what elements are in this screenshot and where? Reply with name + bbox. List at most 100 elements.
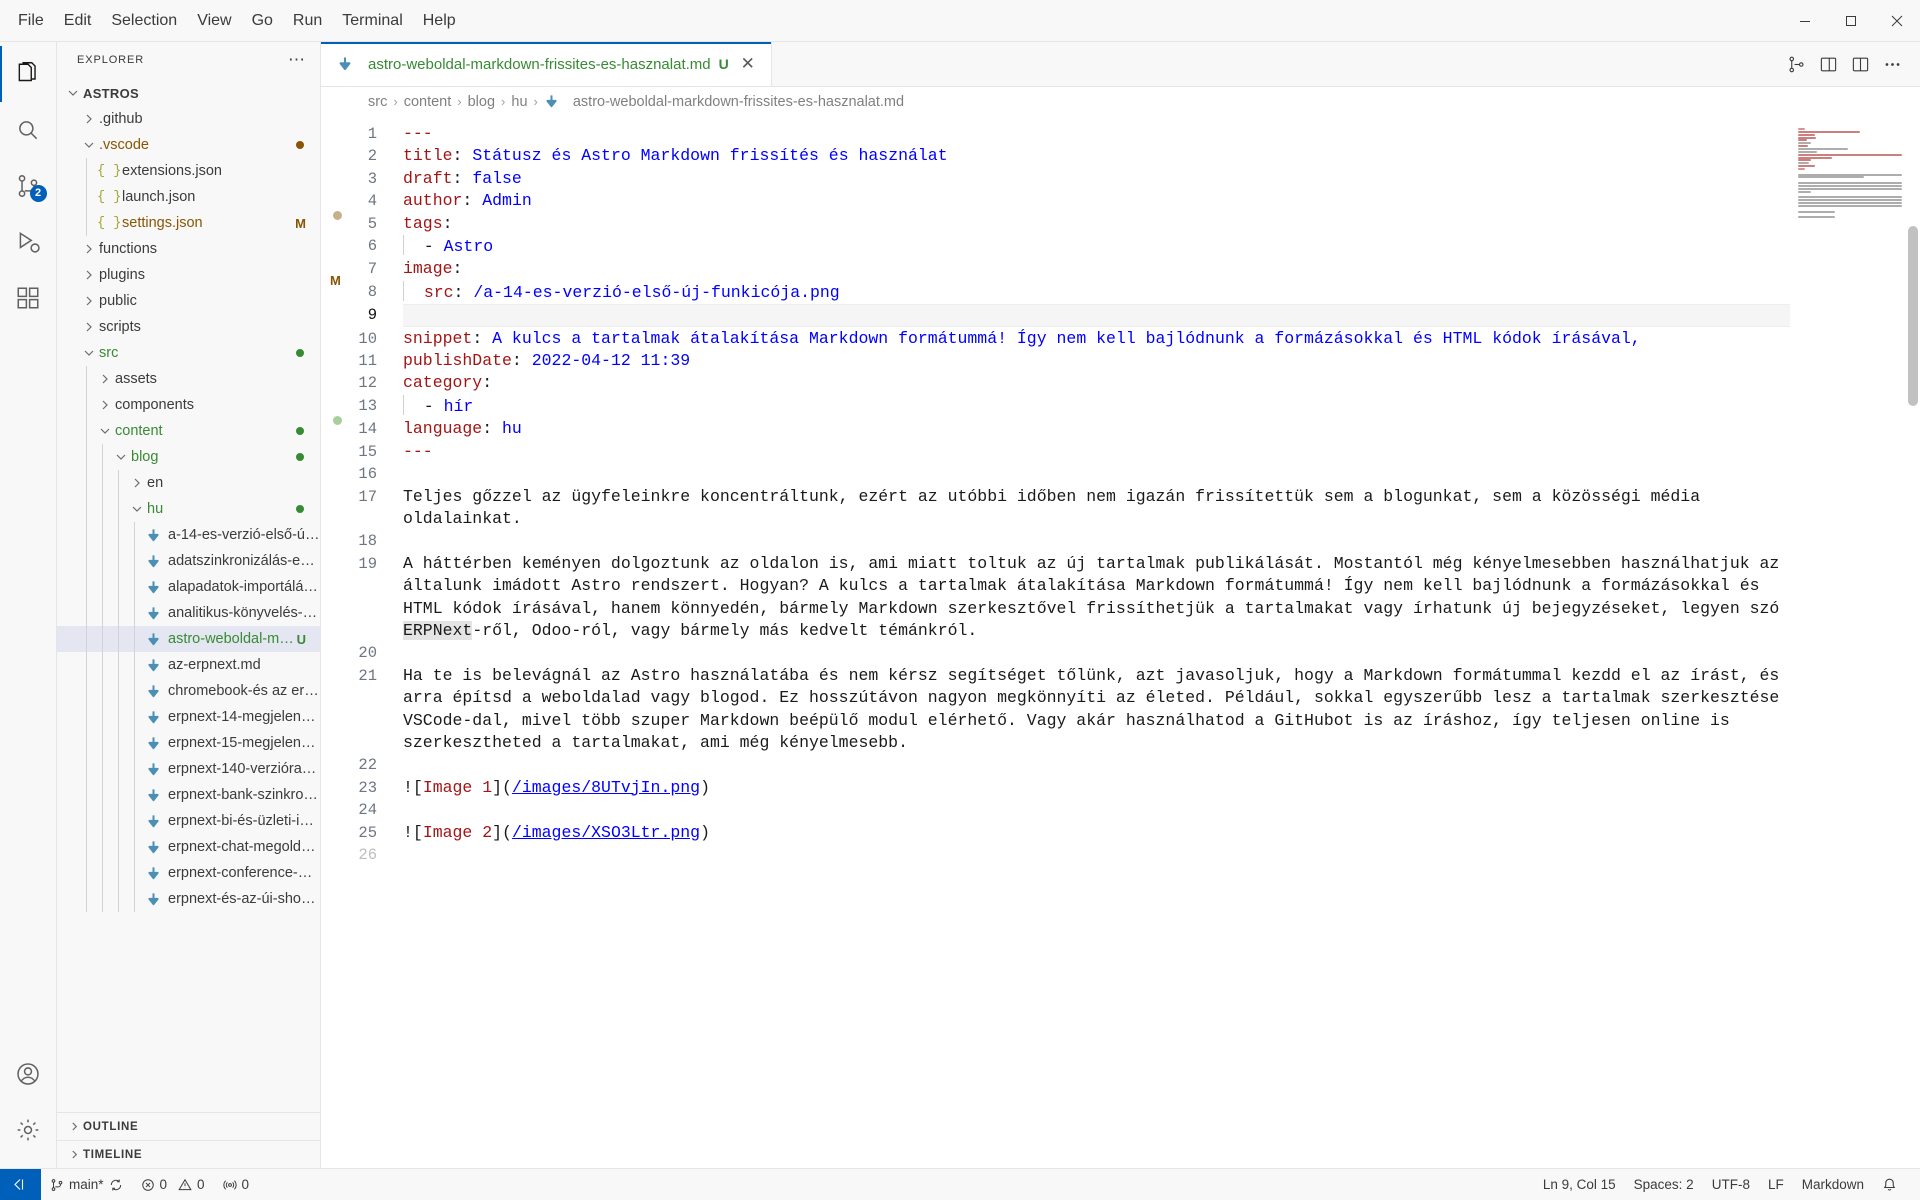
code-line[interactable]: 16 xyxy=(355,463,1920,485)
code-line-text[interactable] xyxy=(403,530,1920,552)
code-line[interactable]: 21Ha te is belevágnál az Astro használat… xyxy=(355,665,1920,755)
code-lines[interactable]: 1---2title: Státusz és Astro Markdown fr… xyxy=(355,116,1920,866)
status-branch[interactable]: main* xyxy=(41,1169,132,1200)
breadcrumb-item-blog[interactable]: blog xyxy=(468,94,495,110)
chevron-right-icon[interactable] xyxy=(97,371,113,387)
code-line-text[interactable]: title: Státusz és Astro Markdown frissít… xyxy=(403,145,1920,167)
code-line[interactable]: 9 alt: ERPNext xyxy=(355,304,1920,327)
code-line[interactable]: 10snippet: A kulcs a tartalmak átalakítá… xyxy=(355,328,1920,350)
tree-folder-blog[interactable]: blog xyxy=(57,444,320,470)
menu-item-edit[interactable]: Edit xyxy=(54,6,102,36)
code-line[interactable]: 1--- xyxy=(355,123,1920,145)
chevron-right-icon[interactable] xyxy=(81,293,97,309)
code-line[interactable]: 18 xyxy=(355,530,1920,552)
sidebar-section-timeline[interactable]: TIMELINE xyxy=(57,1140,320,1168)
tree-folder-en[interactable]: en xyxy=(57,470,320,496)
sidebar-section-outline[interactable]: OUTLINE xyxy=(57,1112,320,1140)
status-language-mode[interactable]: Markdown xyxy=(1793,1169,1873,1200)
tree-file-item[interactable]: a-14-es-verzió-első-új-funk… xyxy=(57,522,320,548)
status-remote-indicator[interactable] xyxy=(0,1169,41,1200)
open-preview-icon[interactable] xyxy=(1812,42,1844,87)
tree-file-item[interactable]: { }launch.json xyxy=(57,184,320,210)
code-line-text[interactable]: author: Admin xyxy=(403,190,1920,212)
menu-item-terminal[interactable]: Terminal xyxy=(332,6,412,36)
code-line-text[interactable]: - hír xyxy=(403,395,1920,418)
tree-folder-github[interactable]: .github xyxy=(57,106,320,132)
code-line-text[interactable]: tags: xyxy=(403,213,1920,235)
code-line-text[interactable] xyxy=(403,799,1920,821)
activity-item-explorer[interactable] xyxy=(0,46,57,102)
code-line-text[interactable] xyxy=(403,754,1920,776)
status-encoding[interactable]: UTF-8 xyxy=(1703,1169,1759,1200)
chevron-right-icon[interactable] xyxy=(97,397,113,413)
tree-root-item[interactable]: ASTROS xyxy=(57,80,320,106)
menu-item-selection[interactable]: Selection xyxy=(101,6,187,36)
chevron-right-icon[interactable] xyxy=(81,111,97,127)
tree-folder-hu[interactable]: hu xyxy=(57,496,320,522)
tree-file-item[interactable]: astro-weboldal-mark…U xyxy=(57,626,320,652)
chevron-right-icon[interactable] xyxy=(81,241,97,257)
code-line[interactable]: 7image: xyxy=(355,258,1920,280)
chevron-down-icon[interactable] xyxy=(129,501,145,517)
code-line-text[interactable]: draft: false xyxy=(403,168,1920,190)
code-line[interactable]: 24 xyxy=(355,799,1920,821)
tree-file-item[interactable]: { }extensions.json xyxy=(57,158,320,184)
tree-folder-functions[interactable]: functions xyxy=(57,236,320,262)
code-line[interactable]: 14language: hu xyxy=(355,418,1920,440)
menu-item-file[interactable]: File xyxy=(8,6,54,36)
menu-item-go[interactable]: Go xyxy=(242,6,283,36)
status-cursor-position[interactable]: Ln 9, Col 15 xyxy=(1534,1169,1625,1200)
chevron-right-icon[interactable] xyxy=(81,267,97,283)
tree-file-item[interactable]: analitikus-könyvelés-költs… xyxy=(57,600,320,626)
chevron-down-icon[interactable] xyxy=(113,449,129,465)
tree-folder-components[interactable]: components xyxy=(57,392,320,418)
code-line[interactable]: 26 xyxy=(355,844,1920,866)
code-line[interactable]: 22 xyxy=(355,754,1920,776)
scrollbar-thumb[interactable] xyxy=(1908,226,1918,406)
code-line[interactable]: 3draft: false xyxy=(355,168,1920,190)
tree-file-item[interactable]: erpnext-és-az-úi-shopifv-e… xyxy=(57,886,320,912)
breadcrumb-item-file[interactable]: astro-weboldal-markdown-frissites-es-has… xyxy=(573,94,904,110)
code-line[interactable]: 13 - hír xyxy=(355,395,1920,418)
tree-folder-vscode[interactable]: .vscode xyxy=(57,132,320,158)
chevron-right-icon[interactable] xyxy=(129,475,145,491)
code-line[interactable]: 11publishDate: 2022-04-12 11:39 xyxy=(355,350,1920,372)
chevron-down-icon[interactable] xyxy=(97,423,113,439)
tree-file-item[interactable]: erpnext-bank-szinkronizal… xyxy=(57,782,320,808)
code-line[interactable]: 12category: xyxy=(355,372,1920,394)
tree-folder-plugins[interactable]: plugins xyxy=(57,262,320,288)
maximize-icon[interactable] xyxy=(1828,0,1874,42)
file-tree[interactable]: ASTROS.github.vscode{ }extensions.json{ … xyxy=(57,77,320,1112)
code-line[interactable]: 23![Image 1](/images/8UTvjIn.png) xyxy=(355,777,1920,799)
menu-item-help[interactable]: Help xyxy=(413,6,466,36)
code-line[interactable]: 17Teljes gőzzel az ügyfeleinkre koncentr… xyxy=(355,486,1920,531)
chevron-down-icon[interactable] xyxy=(81,345,97,361)
tree-file-item[interactable]: erpnext-bi-és-üzleti-intellig… xyxy=(57,808,320,834)
code-line-text[interactable]: - Astro xyxy=(403,235,1920,258)
code-line[interactable]: 25![Image 2](/images/XSO3Ltr.png) xyxy=(355,822,1920,844)
code-line[interactable]: 2title: Státusz és Astro Markdown frissí… xyxy=(355,145,1920,167)
chevron-down-icon[interactable] xyxy=(65,85,81,101)
editor-content[interactable]: M 1---2title: Státusz és Astro Markdown … xyxy=(321,116,1920,1168)
code-line-text[interactable]: ![Image 1](/images/8UTvjIn.png) xyxy=(403,777,1920,799)
split-editor-icon[interactable] xyxy=(1844,42,1876,87)
code-line-text[interactable]: publishDate: 2022-04-12 11:39 xyxy=(403,350,1920,372)
code-line-text[interactable]: ![Image 2](/images/XSO3Ltr.png) xyxy=(403,822,1920,844)
code-line-text[interactable] xyxy=(403,463,1920,485)
activity-item-search[interactable] xyxy=(0,102,57,158)
tree-file-item[interactable]: adatszinkronizálás-egysz… xyxy=(57,548,320,574)
menu-item-run[interactable]: Run xyxy=(283,6,332,36)
close-icon[interactable] xyxy=(1874,0,1920,42)
explorer-more-icon[interactable]: ⋯ xyxy=(288,55,306,65)
breadcrumb-item-hu[interactable]: hu xyxy=(511,94,527,110)
tree-file-item[interactable]: erpnext-15-megjelenes.md xyxy=(57,730,320,756)
code-line-text[interactable]: --- xyxy=(403,123,1920,145)
tree-folder-assets[interactable]: assets xyxy=(57,366,320,392)
notifications-bell-icon[interactable] xyxy=(1873,1169,1906,1200)
tree-file-item[interactable]: erpnext-14-megjelenés.md xyxy=(57,704,320,730)
tree-folder-public[interactable]: public xyxy=(57,288,320,314)
code-line-text[interactable]: snippet: A kulcs a tartalmak átalakítása… xyxy=(403,328,1920,350)
tree-file-item[interactable]: erpnext-conference-2021-… xyxy=(57,860,320,886)
activity-item-extensions[interactable] xyxy=(0,270,57,326)
code-line-text[interactable]: language: hu xyxy=(403,418,1920,440)
